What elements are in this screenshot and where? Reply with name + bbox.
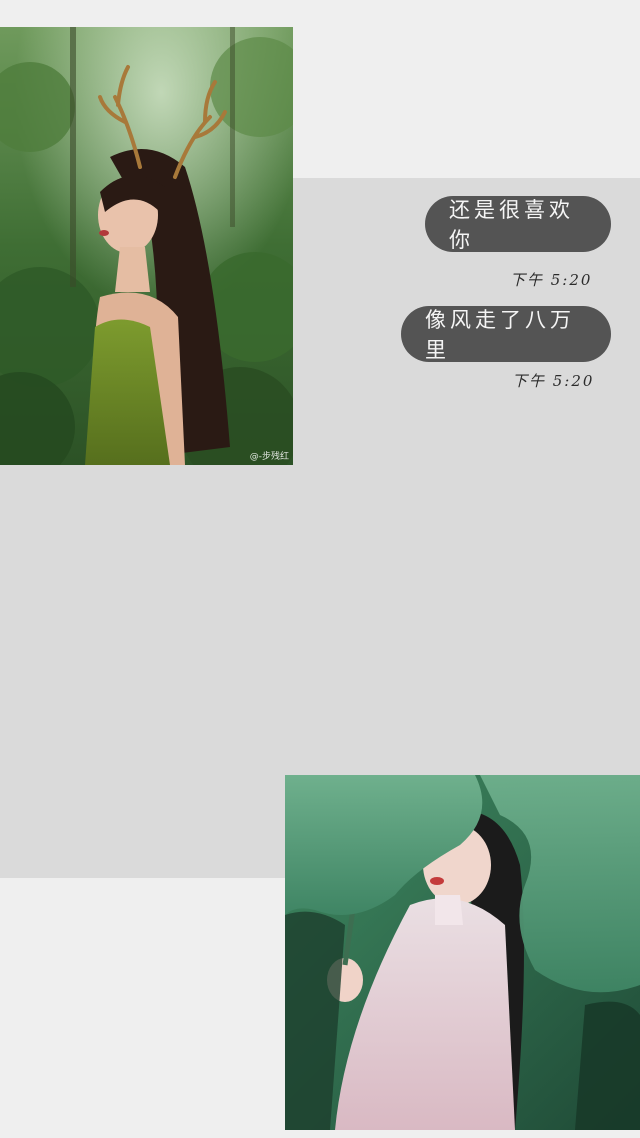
message-text: 像风走了八万里 <box>425 308 575 362</box>
photo-girl-forest: @-步残红 <box>0 27 293 465</box>
message-time: 下午 5:20 <box>510 271 593 289</box>
message-bubble[interactable]: 还是很喜欢你 <box>425 196 611 252</box>
message-text: 还是很喜欢你 <box>449 198 574 252</box>
message-bubble[interactable]: 像风走了八万里 <box>401 306 611 362</box>
message-time: 下午 5:20 <box>512 372 595 390</box>
photo-watermark: @-步残红 <box>249 452 289 462</box>
photo-girl-lotus <box>285 775 640 1130</box>
